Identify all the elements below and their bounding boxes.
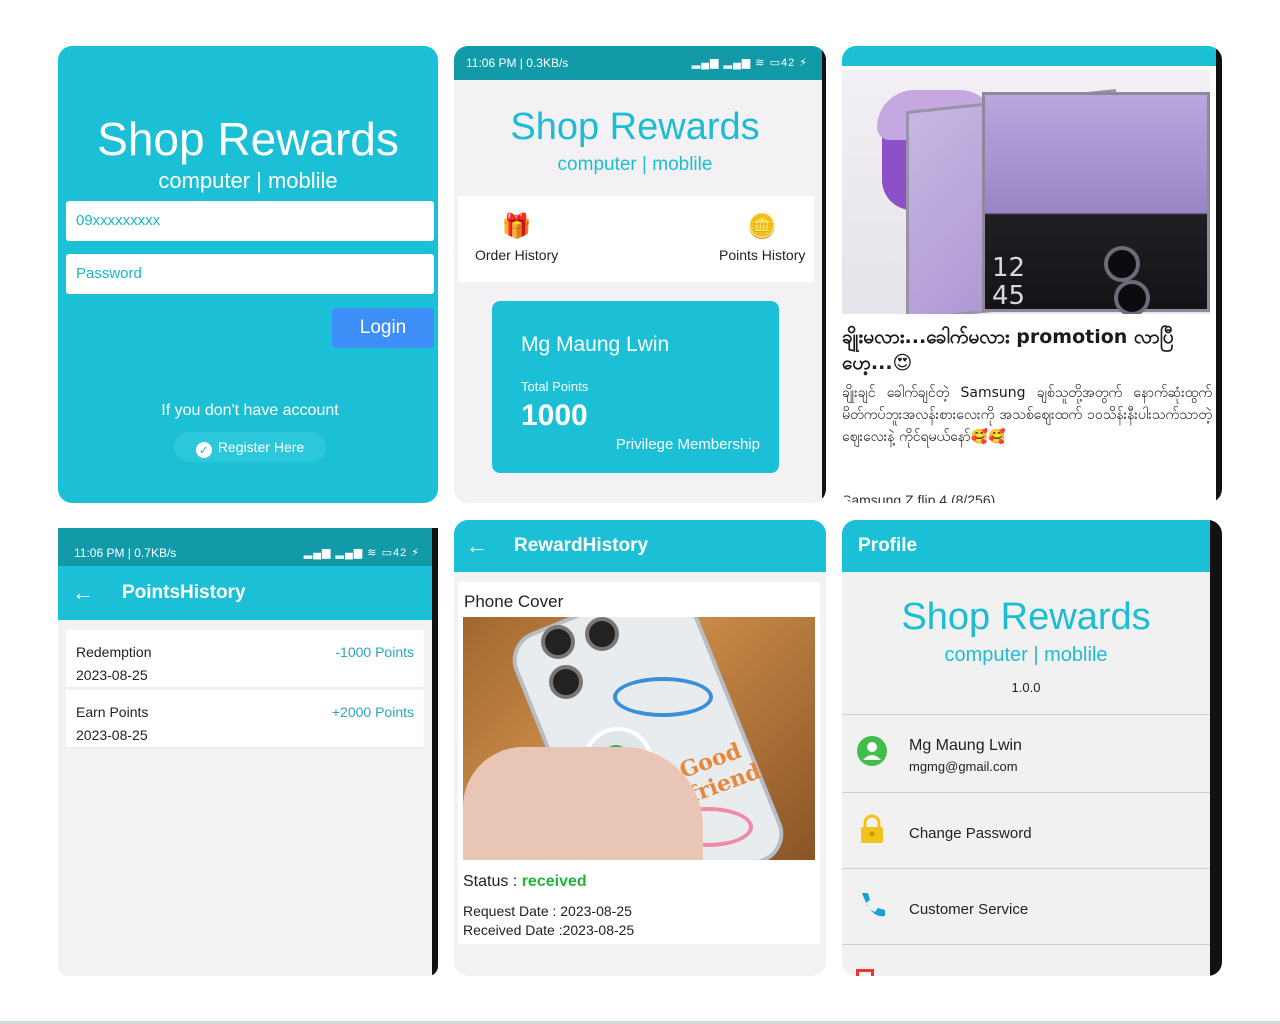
change-password-label: Change Password: [909, 825, 1032, 842]
product-name: Samsung Z flip 4 (8/256): [842, 492, 996, 503]
promotion-screen: 12 45 ချိုးမလား...ခေါက်မလား promotion လာပ…: [842, 46, 1222, 503]
app-subtitle: computer | moblile: [158, 168, 338, 193]
login-button[interactable]: Login: [332, 308, 434, 348]
password-input[interactable]: Password: [66, 254, 434, 294]
status-time: 11:06 PM | 0.3KB/s: [466, 56, 569, 70]
logout-item[interactable]: [842, 944, 1210, 976]
history-amount: -1000 Points: [335, 644, 414, 660]
camera-lens: [549, 665, 583, 699]
reward-status: Status : received: [463, 873, 587, 890]
screen-edge: [822, 46, 826, 503]
app-bar: ← RewardHistory: [454, 520, 826, 572]
promotion-headline: ချိုးမလား...ခေါက်မလား promotion လာပြီဟေ့…: [842, 326, 1174, 374]
check-circle-icon: ✓: [195, 442, 212, 458]
gift-box-icon: 🎁: [501, 213, 532, 240]
order-history-button[interactable]: 🎁 Order History: [475, 212, 558, 263]
back-arrow-icon[interactable]: ←: [72, 566, 94, 620]
app-bar: ← PointsHistory: [58, 566, 432, 620]
history-row: Earn Points 2023-08-25 +2000 Points: [66, 690, 424, 748]
app-title: Shop Rewards: [901, 596, 1151, 638]
history-date: 2023-08-25: [76, 727, 148, 743]
history-type: Earn Points: [76, 704, 149, 720]
promotion-body: ချိုးချင် ခေါက်ချင်တဲ့ Samsung ချစ်သူတို…: [842, 385, 1212, 445]
app-subtitle: computer | moblile: [944, 644, 1108, 666]
reward-card: Phone Cover Good friend Status : receive…: [458, 582, 820, 944]
history-type: Redemption: [76, 644, 152, 660]
history-date: 2023-08-25: [76, 667, 148, 683]
doodle: [613, 677, 713, 717]
screen-edge: [1216, 46, 1222, 503]
app-subtitle: computer | moblile: [557, 154, 713, 175]
logout-icon: [856, 969, 874, 976]
member-name: Mg Maung Lwin: [521, 333, 670, 356]
phone-clock: 12 45: [992, 253, 1026, 311]
reward-history-screen: ← RewardHistory Phone Cover Good friend …: [454, 520, 826, 976]
back-arrow-icon[interactable]: ←: [466, 520, 488, 572]
lock-icon: [861, 814, 883, 843]
screen-title: RewardHistory: [514, 535, 649, 556]
app-title: Shop Rewards: [97, 113, 399, 165]
screen-edge: [1210, 520, 1222, 976]
points-history-button[interactable]: 🪙 Points History: [719, 212, 805, 263]
customer-service-label: Customer Service: [909, 901, 1029, 918]
login-screen: Shop Rewards computer | moblile 09xxxxxx…: [58, 46, 438, 503]
camera-lens: [585, 617, 619, 651]
camera-lens: [541, 625, 575, 659]
app-version: 1.0.0: [1011, 680, 1041, 695]
history-row: Redemption 2023-08-25 -1000 Points: [66, 630, 424, 688]
profile-email: mgmg@gmail.com: [909, 759, 1018, 774]
home-screen: 11:06 PM | 0.3KB/s ▂▄▆ ▂▄▆ ≋ ▭42 ⚡ Shop …: [454, 46, 826, 503]
request-date: Request Date : 2023-08-25: [463, 903, 632, 919]
signal-wifi-battery-icon: ▂▄▆ ▂▄▆ ≋ ▭42 ⚡: [691, 57, 808, 69]
history-amount: +2000 Points: [331, 704, 414, 720]
status-received: received: [521, 873, 587, 890]
register-label: Register Here: [217, 439, 305, 455]
no-account-text: If you don't have account: [161, 402, 339, 419]
total-points-value: 1000: [521, 399, 588, 432]
status-bar: 11:06 PM | 0.7KB/s ▂▄▆ ▂▄▆ ≋ ▭42 ⚡: [58, 528, 438, 566]
hand: [463, 747, 703, 860]
home-menu: 🎁 Order History 🪙 Points History: [458, 196, 814, 282]
camera-lens: [1114, 280, 1150, 314]
points-history-screen: 11:06 PM | 0.7KB/s ▂▄▆ ▂▄▆ ≋ ▭42 ⚡ ← Poi…: [58, 528, 438, 976]
app-title: Shop Rewards: [510, 106, 760, 148]
register-button[interactable]: ✓ Register Here: [174, 432, 326, 462]
order-history-label: Order History: [475, 247, 559, 263]
phone-input[interactable]: 09xxxxxxxxx: [66, 201, 434, 241]
change-password-item[interactable]: Change Password: [842, 792, 1210, 868]
phone-icon: [862, 893, 885, 917]
total-points-label: Total Points: [521, 379, 589, 394]
reward-product-photo: Good friend: [463, 617, 815, 860]
reward-product-name: Phone Cover: [464, 592, 564, 611]
membership-level: Privilege Membership: [615, 436, 760, 453]
app-bar-title: Profile: [842, 520, 1214, 572]
status-time: 11:06 PM | 0.7KB/s: [74, 546, 177, 560]
promotion-image: 12 45: [842, 70, 1210, 314]
top-bar: [842, 46, 1216, 66]
profile-screen: Profile Shop Rewards computer | moblile …: [842, 520, 1222, 976]
points-history-label: Points History: [719, 247, 806, 263]
membership-card: Mg Maung Lwin Total Points 1000 Privileg…: [492, 301, 779, 473]
camera-lens: [1104, 246, 1140, 282]
profile-user-item[interactable]: Mg Maung Lwin mgmg@gmail.com: [842, 714, 1210, 790]
status-bar: 11:06 PM | 0.3KB/s ▂▄▆ ▂▄▆ ≋ ▭42 ⚡: [454, 46, 826, 80]
profile-user-name: Mg Maung Lwin: [909, 737, 1022, 754]
customer-service-item[interactable]: Customer Service: [842, 868, 1210, 944]
user-icon: [857, 736, 887, 766]
screen-edge: [432, 528, 438, 976]
screen-title: PointsHistory: [122, 582, 246, 603]
coin-stack-icon: 🪙: [747, 213, 778, 240]
received-date: Received Date :2023-08-25: [463, 922, 635, 938]
